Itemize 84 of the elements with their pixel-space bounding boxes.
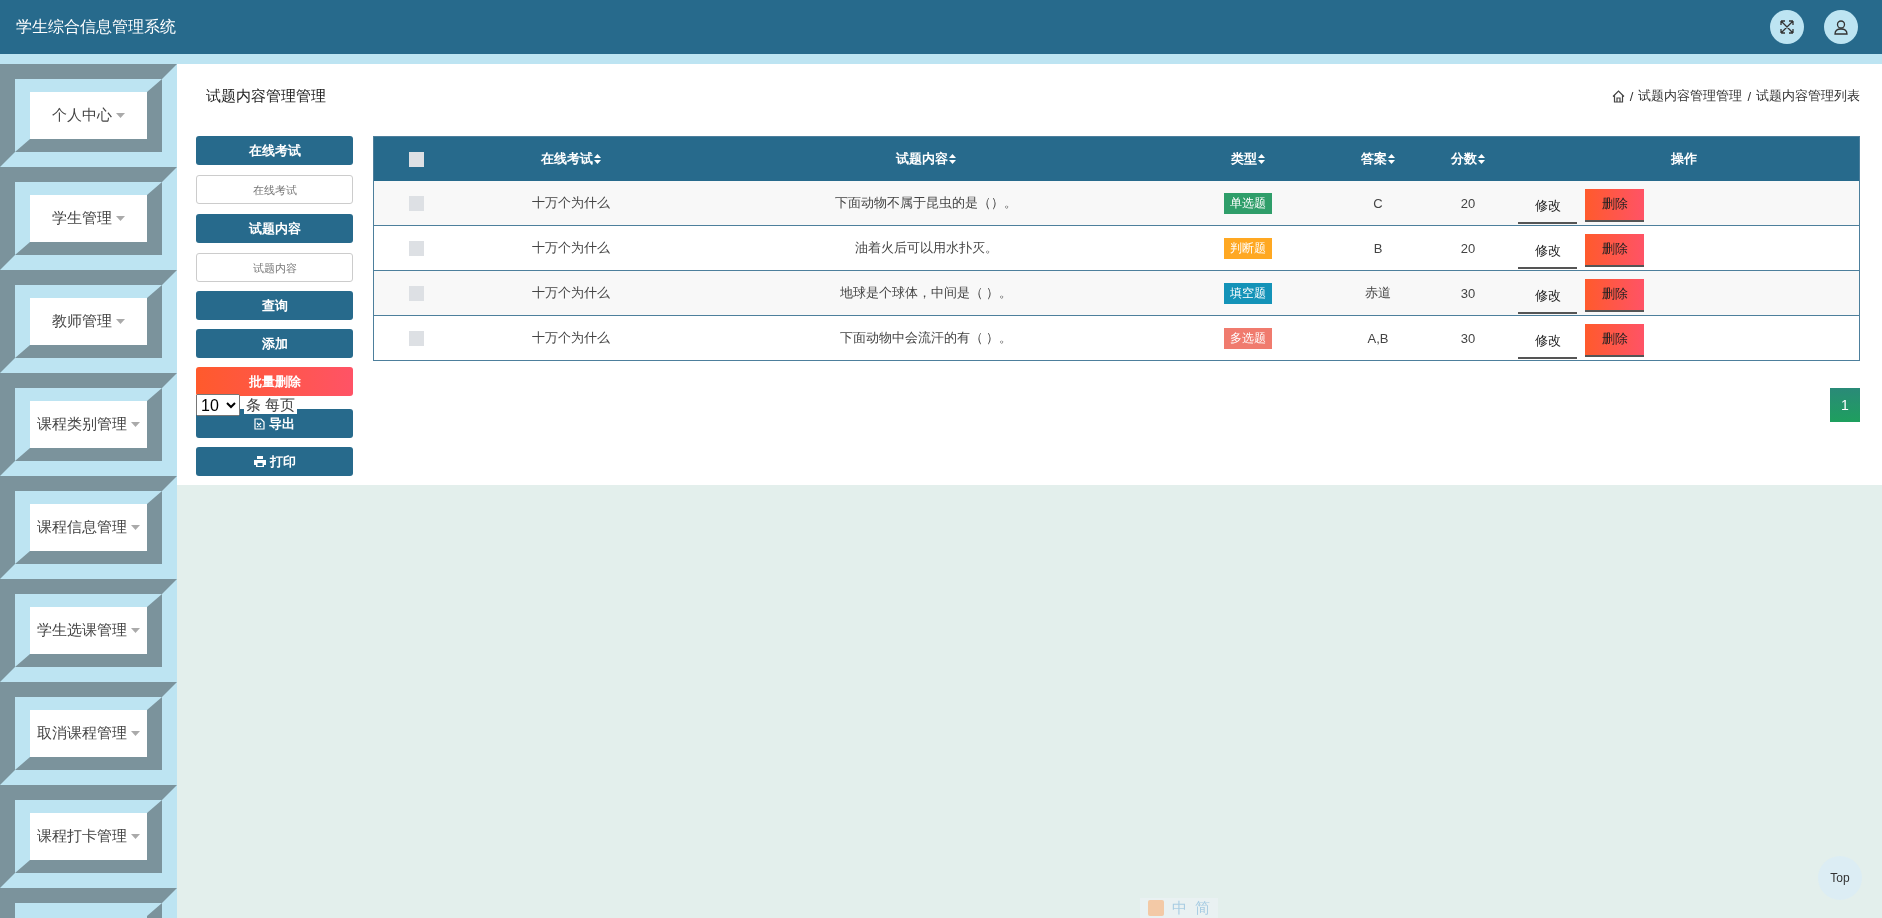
caret-icon — [131, 834, 140, 839]
caret-icon — [131, 422, 140, 427]
table-cell: C — [1373, 195, 1383, 211]
select-all-checkbox[interactable] — [408, 151, 424, 167]
caret-icon — [116, 216, 125, 221]
batch-delete-button[interactable]: 批量删除 — [196, 367, 353, 396]
table-cell: 20 — [1460, 240, 1476, 256]
table-cell: 30 — [1460, 330, 1476, 346]
field-label: 在线考试 — [196, 136, 353, 165]
breadcrumb-item[interactable]: 试题内容管理管理 — [1638, 87, 1743, 105]
column-header: 操作 — [1670, 150, 1697, 168]
table-cell: 油着火后可以用水扑灭。 — [854, 239, 998, 257]
delete-button[interactable]: 删除 — [1585, 233, 1644, 267]
edit-button[interactable]: 修改 — [1518, 190, 1577, 224]
menu-item[interactable]: 学生管理 — [30, 195, 147, 242]
delete-button[interactable]: 删除 — [1585, 323, 1644, 357]
page-button[interactable]: 1 — [1830, 388, 1860, 422]
column-header[interactable]: 分数 — [1451, 150, 1485, 168]
row-checkbox[interactable] — [408, 240, 424, 256]
type-tag: 判断题 — [1224, 237, 1272, 259]
type-tag: 单选题 — [1224, 192, 1272, 214]
file-icon — [254, 417, 265, 430]
table-cell: 十万个为什么 — [532, 329, 610, 347]
type-tag: 多选题 — [1224, 327, 1272, 349]
menu-item[interactable]: 课程信息管理 — [30, 504, 147, 551]
edit-button[interactable]: 修改 — [1518, 325, 1577, 359]
fullscreen-icon[interactable] — [1770, 10, 1804, 44]
back-to-top-button[interactable]: Top — [1818, 856, 1862, 900]
breadcrumb-item[interactable]: 试题内容管理列表 — [1756, 87, 1860, 105]
menu-item[interactable]: 个人中心 — [30, 92, 147, 139]
menu-item[interactable]: 课程打卡管理 — [30, 813, 147, 860]
sort-icon[interactable] — [1258, 154, 1265, 164]
sort-icon[interactable] — [594, 154, 601, 164]
table-cell: 30 — [1460, 285, 1476, 301]
table-cell: A,B — [1367, 330, 1389, 346]
table-cell: 赤道 — [1365, 284, 1391, 302]
page-title: 试题内容管理管理 — [206, 86, 326, 106]
table-cell: 十万个为什么 — [532, 194, 610, 212]
page-size-select[interactable]: 10 — [196, 394, 240, 416]
page-size-label: 条 每页 — [244, 396, 298, 414]
search-field[interactable]: 试题内容 — [196, 253, 353, 282]
menu-item[interactable]: 取消课程管理 — [30, 710, 147, 757]
add-button[interactable]: 添加 — [196, 329, 353, 358]
column-header[interactable]: 类型 — [1231, 150, 1265, 168]
sort-icon[interactable] — [949, 154, 956, 164]
home-icon[interactable] — [1611, 89, 1625, 103]
print-button[interactable]: 打印 — [196, 447, 353, 476]
ime-logo-icon — [1148, 900, 1164, 916]
menu-item[interactable]: 教师管理 — [30, 298, 147, 345]
type-tag: 填空题 — [1224, 282, 1272, 304]
table-cell: 十万个为什么 — [532, 284, 610, 302]
table-cell: 下面动物不属于昆虫的是（）。 — [835, 194, 1017, 212]
caret-icon — [131, 525, 140, 530]
table-cell: 十万个为什么 — [532, 239, 610, 257]
caret-icon — [116, 319, 125, 324]
column-header[interactable]: 试题内容 — [896, 150, 956, 168]
app-title: 学生综合信息管理系统 — [16, 16, 176, 37]
column-header[interactable]: 在线考试 — [541, 150, 601, 168]
user-icon[interactable] — [1824, 10, 1858, 44]
caret-icon — [131, 731, 140, 736]
caret-icon — [116, 113, 125, 118]
table-cell: 20 — [1460, 195, 1476, 211]
row-checkbox[interactable] — [408, 330, 424, 346]
breadcrumb-separator: / — [1629, 88, 1634, 104]
table-cell: 地球是个球体，中间是（ ）。 — [839, 284, 1013, 302]
sort-icon[interactable] — [1478, 154, 1485, 164]
row-checkbox[interactable] — [408, 285, 424, 301]
sort-icon[interactable] — [1388, 154, 1395, 164]
query-button[interactable]: 查询 — [196, 291, 353, 320]
delete-button[interactable]: 删除 — [1585, 278, 1644, 312]
breadcrumb-separator: / — [1747, 88, 1751, 104]
caret-icon — [131, 628, 140, 633]
search-field[interactable]: 在线考试 — [196, 175, 353, 204]
printer-icon — [253, 456, 266, 467]
menu-item[interactable]: 课程类别管理 — [30, 401, 147, 448]
edit-button[interactable]: 修改 — [1518, 280, 1577, 314]
row-checkbox[interactable] — [408, 195, 424, 211]
menu-item[interactable]: 学生选课管理 — [30, 607, 147, 654]
column-header[interactable]: 答案 — [1361, 150, 1395, 168]
field-label: 试题内容 — [196, 214, 353, 243]
table-cell: B — [1373, 240, 1383, 256]
delete-button[interactable]: 删除 — [1585, 188, 1644, 222]
edit-button[interactable]: 修改 — [1518, 235, 1577, 269]
table-cell: 下面动物中会流汗的有（ ）。 — [839, 329, 1013, 347]
